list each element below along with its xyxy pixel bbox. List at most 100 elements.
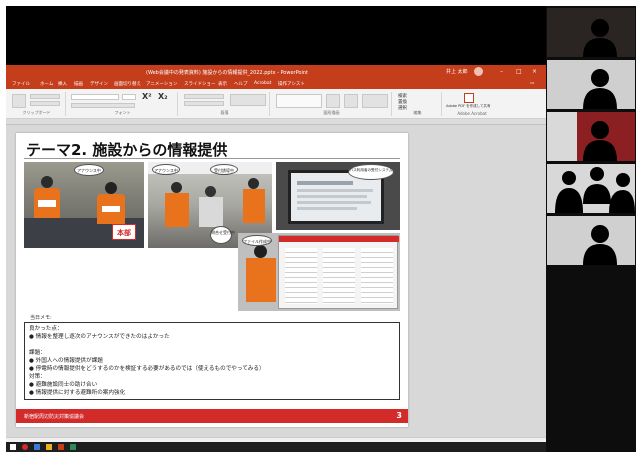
speech-bubble: バス利用者の受付システム (348, 164, 394, 180)
menu-home[interactable]: ホーム (40, 81, 53, 87)
group-label: クリップボード (22, 110, 51, 115)
speech-bubble: 受付誘導中 (210, 164, 238, 175)
page-number: 3 (396, 411, 402, 420)
note-bullet: ● 情報を整理し逐次のアナウンスができたのはよかった (29, 334, 170, 340)
participant-silhouette-icon (547, 112, 617, 161)
participant-silhouette-icon (583, 69, 617, 109)
participant-panel (546, 6, 636, 452)
slide-title: テーマ2. 施設からの情報提供 (26, 141, 228, 159)
note-text: 避難施設同士の助け合い (35, 382, 98, 388)
create-pdf-button[interactable]: Adobe PDF を作成して共有 (446, 104, 491, 109)
close-button[interactable]: × (532, 68, 537, 75)
note-bullet: ● 停電時の情報提供をどうするのかを検証する必要があるのでは（使えるものでやって… (29, 366, 265, 372)
speech-bubble: アナウンス中 (152, 164, 180, 175)
note-line: 対策： (29, 374, 46, 380)
copy-icon[interactable] (30, 101, 60, 106)
footer-text: 新宿駅周辺防災対策協議会 (24, 414, 85, 420)
participant-group-icon (555, 167, 635, 213)
note-text: 外国人への情報提供が課題 (35, 358, 103, 364)
participant-silhouette-icon (583, 19, 617, 57)
note-line: 良かった点： (29, 326, 63, 332)
drawing-group: 図形描画 (272, 92, 392, 116)
paste-icon[interactable] (12, 94, 26, 108)
align-buttons[interactable] (184, 101, 224, 106)
participant-tile[interactable] (547, 60, 635, 109)
avatar[interactable] (474, 67, 483, 76)
menu-view[interactable]: 表示 (218, 81, 227, 87)
slide-editor: テーマ2. 施設からの情報提供 本部 アナウンス中 アナウンス中 受付誘導中 問… (6, 125, 546, 437)
font-name-select[interactable] (71, 94, 119, 100)
video-call-screen: (Web会議中の発表資料) 施設からの情報提供_2022.pptx - Powe… (6, 6, 636, 452)
participant-tile[interactable] (547, 112, 635, 161)
photo-laptop-screen: バス利用者の受付システム (276, 162, 400, 230)
group-label: Adobe Acrobat (457, 111, 487, 116)
ribbon: クリップボード X² X₂ フォント 段落 図形描画 検索 置換 選択 編集 A… (6, 89, 546, 119)
title-bar: (Web会議中の発表資料) 施設からの情報提供_2022.pptx - Powe… (6, 65, 546, 78)
quick-styles-icon[interactable] (344, 94, 358, 108)
text-direction-buttons[interactable] (230, 94, 266, 106)
menu-draw[interactable]: 描画 (74, 81, 83, 87)
taskbar-app-icon[interactable] (70, 444, 76, 450)
note-bullet: ● 避難施設同士の助け合い (29, 382, 98, 388)
arrange-icon[interactable] (326, 94, 340, 108)
menu-help[interactable]: ヘルプ (234, 81, 248, 87)
group-label: 段落 (220, 110, 229, 115)
clipboard-group: クリップボード (8, 92, 66, 116)
shapes-gallery[interactable] (276, 94, 322, 108)
participant-tile[interactable] (547, 216, 635, 265)
note-bullet: ● 外国人への情報提供が課題 (29, 358, 103, 364)
menu-tell-me[interactable]: 操作アシスト (278, 81, 305, 87)
taskbar-app-icon[interactable] (58, 444, 64, 450)
font-format-buttons[interactable] (71, 103, 135, 108)
menu-bar: ファイル ホーム 挿入 描画 デザイン 画面切り替え アニメーション スライドシ… (6, 78, 546, 89)
participant-tile[interactable] (547, 8, 635, 57)
taskbar (6, 442, 546, 452)
group-label: 図形描画 (323, 110, 340, 115)
menu-animations[interactable]: アニメーション (146, 81, 177, 87)
menu-file[interactable]: ファイル (12, 81, 30, 87)
comment-icon[interactable]: ▭ (530, 81, 534, 86)
menu-slideshow[interactable]: スライドショー (184, 81, 216, 87)
font-size-select[interactable] (122, 94, 136, 100)
menu-insert[interactable]: 挿入 (58, 81, 67, 87)
font-group: X² X₂ フォント (68, 92, 178, 116)
group-label: 編集 (413, 110, 422, 115)
powerpoint-window: (Web会議中の発表資料) 施設からの情報提供_2022.pptx - Powe… (6, 65, 546, 450)
shape-format-buttons[interactable] (362, 94, 388, 108)
user-name: 井上 太郎 (446, 69, 468, 75)
note-line: 課題： (29, 350, 46, 356)
speech-bubble: アナウンス中 (74, 164, 104, 176)
note-bullet: ● 情報提供に対する避難所の案内強化 (29, 390, 126, 396)
paragraph-group: 段落 (180, 92, 270, 116)
menu-design[interactable]: デザイン (90, 81, 108, 87)
taskbar-app-icon[interactable] (46, 444, 52, 450)
note-text: 情報を整理し逐次のアナウンスができたのはよかった (35, 334, 170, 340)
subscript-icon[interactable]: X₂ (158, 92, 168, 101)
notes-label: 当日メモ: (30, 315, 52, 321)
speech-bubble: ファイル作成中 (242, 235, 272, 246)
menu-acrobat[interactable]: Acrobat (254, 81, 271, 86)
note-text: 情報提供に対する避難所の案内強化 (35, 390, 126, 396)
taskbar-app-icon[interactable] (22, 444, 28, 450)
photo-announcement-desk: 本部 アナウンス中 (24, 162, 144, 248)
cut-icon[interactable] (30, 94, 60, 99)
start-icon[interactable] (10, 444, 16, 450)
note-text: 停電時の情報提供をどうするのかを検証する必要があるのでは（使えるものでやってみる… (35, 366, 265, 372)
superscript-icon[interactable]: X² (142, 92, 152, 101)
list-buttons[interactable] (184, 94, 224, 99)
note-line (29, 341, 395, 349)
taskbar-app-icon[interactable] (34, 444, 40, 450)
participant-tile[interactable] (547, 164, 635, 213)
editing-group: 検索 置換 選択 編集 (394, 92, 442, 116)
window-title: (Web会議中の発表資料) 施設からの情報提供_2022.pptx - Powe… (146, 70, 308, 76)
menu-transitions[interactable]: 画面切り替え (114, 81, 141, 87)
minimize-button[interactable]: – (500, 68, 503, 75)
group-label: フォント (114, 110, 131, 115)
speech-bubble: 問合せ受付中 (210, 226, 235, 244)
maximize-button[interactable]: □ (516, 68, 522, 75)
title-divider (24, 158, 400, 159)
acrobat-group: Adobe PDF を作成して共有 Adobe Acrobat (444, 92, 500, 116)
photo-board-writing: ファイル作成中 (238, 233, 400, 311)
slide[interactable]: テーマ2. 施設からの情報提供 本部 アナウンス中 アナウンス中 受付誘導中 問… (16, 133, 408, 427)
pdf-icon[interactable] (464, 93, 474, 103)
